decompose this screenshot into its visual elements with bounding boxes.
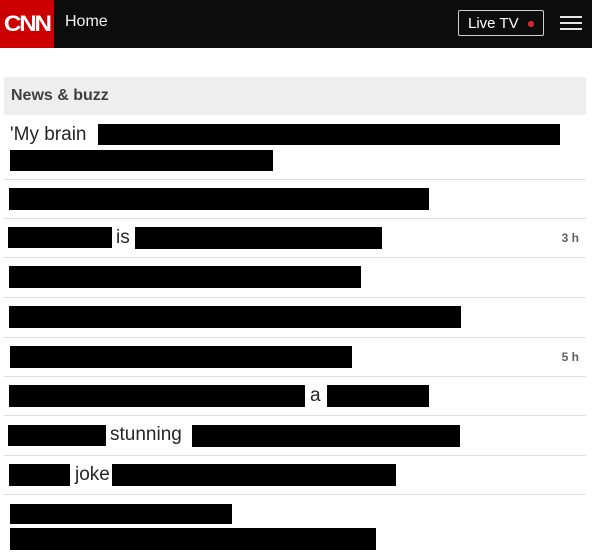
headline-item[interactable]: 5 h xyxy=(4,337,586,377)
timestamp: 3 h xyxy=(561,231,579,245)
headline-item[interactable] xyxy=(4,297,586,338)
live-tv-button[interactable]: Live TV xyxy=(458,10,544,36)
headline-item[interactable]: joke xyxy=(4,455,586,495)
redaction-block xyxy=(192,425,460,447)
redaction-block xyxy=(10,504,232,524)
redaction-block xyxy=(112,464,396,486)
section-title: News & buzz xyxy=(11,87,109,104)
headline-text: a xyxy=(310,385,321,406)
headline-text: is xyxy=(116,227,130,248)
headline-item[interactable]: stunning xyxy=(4,415,586,456)
home-link[interactable]: Home xyxy=(65,13,108,31)
headline-item[interactable]: a xyxy=(4,376,586,416)
redaction-block xyxy=(10,528,376,550)
headline-item[interactable] xyxy=(4,179,586,219)
redaction-block xyxy=(8,425,106,446)
headline-text: joke xyxy=(75,464,110,485)
redaction-block xyxy=(8,227,112,248)
live-indicator-dot-icon xyxy=(528,21,534,27)
timestamp: 5 h xyxy=(561,350,579,364)
redaction-block xyxy=(10,346,352,368)
redaction-block xyxy=(98,124,560,145)
headline-item[interactable] xyxy=(4,257,586,298)
redaction-block xyxy=(327,385,429,407)
redaction-block xyxy=(9,464,70,486)
headline-text: stunning xyxy=(110,424,182,445)
headline-item[interactable] xyxy=(4,494,586,560)
hamburger-menu-icon[interactable] xyxy=(560,14,582,32)
redaction-block xyxy=(9,266,361,288)
redaction-block xyxy=(9,306,461,328)
top-navigation-bar: CNN Home Live TV xyxy=(0,0,592,48)
section-header: News & buzz xyxy=(4,77,586,115)
live-tv-label: Live TV xyxy=(468,14,519,32)
redaction-block xyxy=(135,227,382,249)
redaction-block xyxy=(10,150,273,171)
cnn-logo[interactable]: CNN xyxy=(0,0,54,48)
redaction-block xyxy=(9,188,429,210)
headline-item[interactable]: 'My brain xyxy=(4,115,586,180)
redaction-block xyxy=(9,385,305,407)
headline-item[interactable]: is 3 h xyxy=(4,218,586,258)
logo-text: CNN xyxy=(4,11,52,36)
headline-text: 'My brain xyxy=(10,124,87,145)
